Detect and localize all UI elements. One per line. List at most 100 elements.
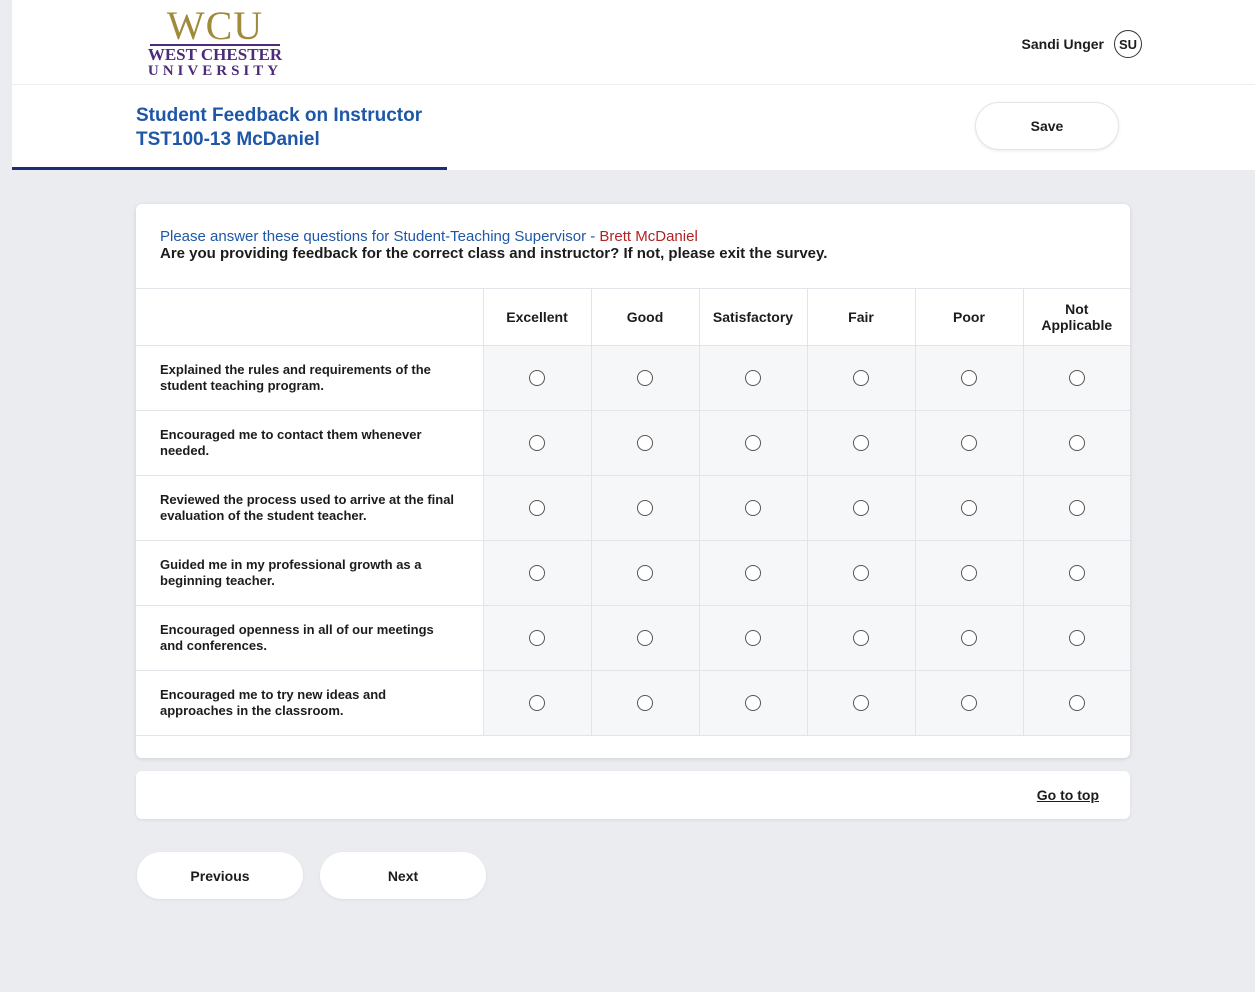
rating-matrix: Excellent Good Satisfactory Fair Poor No… bbox=[136, 288, 1130, 736]
column-header: Fair bbox=[806, 288, 916, 346]
radio-button[interactable] bbox=[637, 564, 653, 581]
radio-button[interactable] bbox=[1068, 369, 1085, 386]
rating-cell[interactable] bbox=[1022, 410, 1130, 476]
rating-cell[interactable] bbox=[698, 410, 808, 476]
rating-cell[interactable] bbox=[482, 475, 592, 541]
rating-cell[interactable] bbox=[1022, 670, 1130, 736]
radio-button[interactable] bbox=[529, 629, 545, 646]
rating-cell[interactable] bbox=[698, 605, 808, 671]
radio-button[interactable] bbox=[853, 564, 869, 581]
rating-cell[interactable] bbox=[698, 540, 808, 606]
rating-cell[interactable] bbox=[698, 670, 808, 736]
radio-button[interactable] bbox=[745, 369, 761, 386]
radio-button[interactable] bbox=[637, 499, 653, 516]
radio-button[interactable] bbox=[637, 369, 653, 386]
rating-cell[interactable] bbox=[590, 475, 700, 541]
rating-cell[interactable] bbox=[806, 670, 916, 736]
rating-cell[interactable] bbox=[806, 605, 916, 671]
rating-cell[interactable] bbox=[482, 605, 592, 671]
rating-cell[interactable] bbox=[482, 345, 592, 411]
radio-button[interactable] bbox=[529, 434, 545, 451]
logo-line1: WEST CHESTER bbox=[147, 45, 283, 64]
radio-button[interactable] bbox=[1068, 629, 1085, 646]
instructor-name: Brett McDaniel bbox=[599, 228, 698, 245]
survey-prompt-text: Please answer these questions for Studen… bbox=[160, 228, 600, 245]
radio-button[interactable] bbox=[745, 694, 761, 711]
radio-button[interactable] bbox=[1068, 694, 1085, 711]
rating-cell[interactable] bbox=[914, 475, 1024, 541]
question-row: Encouraged me to contact them whenever n… bbox=[136, 410, 1130, 476]
survey-footer: Go to top bbox=[136, 771, 1130, 819]
radio-button[interactable] bbox=[745, 629, 761, 646]
rating-cell[interactable] bbox=[914, 540, 1024, 606]
rating-cell[interactable] bbox=[482, 410, 592, 476]
column-header: Excellent bbox=[482, 288, 592, 346]
radio-button[interactable] bbox=[853, 434, 869, 451]
column-header: Not Applicable bbox=[1022, 288, 1130, 346]
rating-cell[interactable] bbox=[1022, 345, 1130, 411]
matrix-corner bbox=[136, 288, 484, 346]
radio-button[interactable] bbox=[529, 564, 545, 581]
survey-subprompt: Are you providing feedback for the corre… bbox=[160, 245, 828, 262]
rating-cell[interactable] bbox=[1022, 605, 1130, 671]
rating-cell[interactable] bbox=[590, 345, 700, 411]
avatar[interactable]: SU bbox=[1114, 30, 1142, 58]
rating-cell[interactable] bbox=[806, 475, 916, 541]
radio-button[interactable] bbox=[529, 499, 545, 516]
radio-button[interactable] bbox=[853, 499, 869, 516]
previous-button[interactable]: Previous bbox=[137, 852, 303, 899]
rating-cell[interactable] bbox=[482, 670, 592, 736]
question-label: Guided me in my professional growth as a… bbox=[136, 540, 484, 606]
rating-cell[interactable] bbox=[698, 475, 808, 541]
radio-button[interactable] bbox=[1068, 434, 1085, 451]
column-header: Satisfactory bbox=[698, 288, 808, 346]
save-button[interactable]: Save bbox=[975, 102, 1119, 150]
page-title-line1: Student Feedback on Instructor bbox=[136, 105, 423, 126]
rating-cell[interactable] bbox=[698, 345, 808, 411]
rating-cell[interactable] bbox=[1022, 475, 1130, 541]
column-header: Poor bbox=[914, 288, 1024, 346]
radio-button[interactable] bbox=[853, 369, 869, 386]
user-menu[interactable]: Sandi Unger SU bbox=[1022, 30, 1142, 58]
radio-button[interactable] bbox=[961, 434, 977, 451]
radio-button[interactable] bbox=[529, 369, 545, 386]
radio-button[interactable] bbox=[853, 629, 869, 646]
radio-button[interactable] bbox=[853, 694, 869, 711]
radio-button[interactable] bbox=[745, 434, 761, 451]
rating-cell[interactable] bbox=[806, 540, 916, 606]
radio-button[interactable] bbox=[1068, 499, 1085, 516]
rating-cell[interactable] bbox=[590, 670, 700, 736]
radio-button[interactable] bbox=[745, 499, 761, 516]
logo-line2: UNIVERSITY bbox=[147, 63, 283, 79]
rating-cell[interactable] bbox=[914, 410, 1024, 476]
radio-button[interactable] bbox=[961, 564, 977, 581]
rating-cell[interactable] bbox=[914, 345, 1024, 411]
question-label: Encouraged me to try new ideas and appro… bbox=[136, 670, 484, 736]
logo-wcu: WCU bbox=[166, 3, 264, 48]
question-row: Guided me in my professional growth as a… bbox=[136, 540, 1130, 606]
radio-button[interactable] bbox=[961, 499, 977, 516]
question-row: Encouraged openness in all of our meetin… bbox=[136, 605, 1130, 671]
rating-cell[interactable] bbox=[590, 540, 700, 606]
rating-cell[interactable] bbox=[914, 605, 1024, 671]
rating-cell[interactable] bbox=[1022, 540, 1130, 606]
radio-button[interactable] bbox=[961, 629, 977, 646]
rating-cell[interactable] bbox=[806, 410, 916, 476]
rating-cell[interactable] bbox=[806, 345, 916, 411]
radio-button[interactable] bbox=[1068, 564, 1085, 581]
rating-cell[interactable] bbox=[590, 605, 700, 671]
radio-button[interactable] bbox=[529, 694, 545, 711]
matrix-header-row: Excellent Good Satisfactory Fair Poor No… bbox=[136, 288, 1130, 346]
rating-cell[interactable] bbox=[590, 410, 700, 476]
go-to-top-link[interactable]: Go to top bbox=[1037, 787, 1099, 803]
radio-button[interactable] bbox=[637, 434, 653, 451]
radio-button[interactable] bbox=[745, 564, 761, 581]
radio-button[interactable] bbox=[637, 694, 653, 711]
radio-button[interactable] bbox=[961, 694, 977, 711]
radio-button[interactable] bbox=[961, 369, 977, 386]
next-button[interactable]: Next bbox=[320, 852, 486, 899]
rating-cell[interactable] bbox=[914, 670, 1024, 736]
radio-button[interactable] bbox=[637, 629, 653, 646]
question-row: Reviewed the process used to arrive at t… bbox=[136, 475, 1130, 541]
rating-cell[interactable] bbox=[482, 540, 592, 606]
